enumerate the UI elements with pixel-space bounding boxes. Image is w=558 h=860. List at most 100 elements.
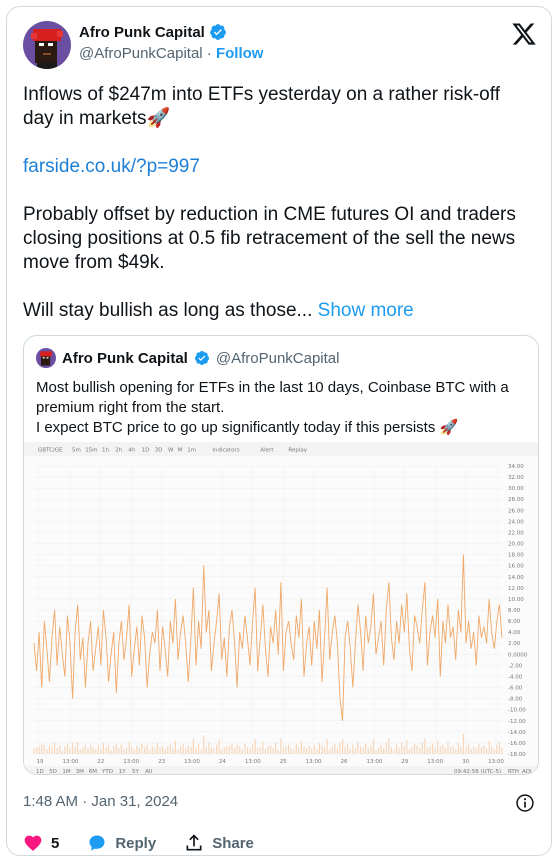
avatar[interactable] [23,21,71,69]
volume-bar [442,744,444,754]
volume-bar [41,744,43,754]
y-tick-label: -12.00 [508,719,526,725]
avatar-image [23,21,71,69]
volume-bar [493,749,495,754]
quote-line: I expect BTC price to go up significantl… [36,419,459,436]
volume-bar [416,745,418,754]
volume-bar [174,741,177,754]
like-button[interactable]: 5 [23,833,59,853]
y-tick-label: 10.00 [508,597,524,603]
volume-bar [437,741,439,754]
y-tick-label: 18.00 [508,553,524,559]
volume-bar [213,748,215,754]
volume-bar [406,740,408,754]
volume-bar [89,744,92,754]
volume-bar [439,746,441,754]
volume-bar [43,744,45,754]
range-option: 1Y [119,769,126,775]
volume-bar [190,747,192,754]
volume-bar [483,745,485,754]
y-tick-label: -4.00 [508,674,523,680]
volume-bar [349,749,351,754]
y-tick-label: 6.00 [508,619,521,625]
volume-bar [357,741,359,754]
volume-bar [352,744,354,754]
quote-author-handle: @AfroPunkCapital [215,349,340,367]
volume-bar [128,741,130,754]
volume-bar [313,744,315,754]
tweet-paragraph: Probably offset by reduction in CME futu… [23,204,516,273]
share-label: Share [212,834,254,852]
tweet-link[interactable]: farside.co.uk/?p=997 [23,156,200,177]
volume-bar [53,742,56,754]
tweet-timestamp[interactable]: 1:48 AM · Jan 31, 2024 [23,793,178,810]
author-name[interactable]: Afro Punk Capital [79,24,205,41]
volume-bar [113,746,115,754]
share-button[interactable]: Share [184,833,254,853]
volume-bar [46,749,48,754]
indicators-button: Indicators [212,448,239,454]
volume-bar [133,749,135,754]
volume-bar [107,745,110,754]
volume-bar [426,748,429,754]
volume-bar [462,733,465,754]
x-tick-label: 13:00 [245,759,261,765]
y-tick-label: 30.00 [508,486,524,492]
volume-bar [282,747,285,754]
y-tick-label: 0.0000 [508,652,528,658]
volume-bar [424,738,426,754]
heart-icon [24,835,42,851]
show-more-link[interactable]: Show more [318,300,414,321]
volume-bar [455,749,457,754]
y-tick-label: -16.00 [508,741,526,747]
y-tick-label: 32.00 [508,475,524,481]
volume-bar [365,743,367,754]
volume-bar [223,747,225,754]
volume-bar [287,744,290,754]
volume-bar [449,747,452,754]
volume-bar [267,746,269,754]
volume-bar [295,743,297,754]
reply-button[interactable]: Reply [87,833,156,853]
volume-bar [239,746,241,754]
x-tick-label: 13:00 [366,759,382,765]
info-icon[interactable] [515,793,535,813]
tweet-card: Afro Punk Capital @AfroPunkCapital · Fol… [6,6,552,856]
x-tick-label: 26 [341,759,348,765]
volume-bar [215,744,218,754]
tweet-time: 1:48 AM [23,793,79,810]
x-tick-label: 13:00 [306,759,322,765]
volume-bar [293,749,295,754]
volume-bar [210,747,213,754]
volume-bar [228,745,231,754]
x-tick-label: 19 [37,759,44,765]
follow-button[interactable]: Follow [216,45,264,62]
y-tick-label: 12.00 [508,586,524,592]
volume-bar [429,746,431,754]
volume-bar [339,742,341,754]
volume-bar [329,749,331,754]
volume-bar [316,749,318,754]
volume-bar [434,747,436,754]
volume-bar [159,747,161,754]
x-tick-label: 29 [401,759,408,765]
author-handle[interactable]: @AfroPunkCapital [79,45,203,62]
volume-bar [35,747,38,754]
volume-bar [447,741,449,754]
volume-bar [182,743,184,754]
y-tick-label: 24.00 [508,519,524,525]
volume-bar [377,747,380,754]
separator-dot: · [206,45,212,62]
quote-body: Most bullish opening for ETFs in the las… [36,378,526,438]
volume-bar [488,741,490,754]
chart-clock: 09:42:58 (UTC-5) [454,769,501,775]
volume-bar [172,748,174,754]
volume-bar [380,744,382,754]
y-tick-label: -6.00 [508,686,523,692]
volume-bar [241,749,243,754]
x-logo-icon[interactable] [511,21,537,47]
quoted-tweet[interactable]: Afro Punk Capital @AfroPunkCapital Most … [23,335,539,775]
price-chart-image[interactable]: GBTC/GE 5m 15m 1h 2h 4h 1D 3D W M 1m Indicators Aler… [24,442,539,775]
interval-option: W [168,448,174,454]
volume-bar [275,742,277,754]
